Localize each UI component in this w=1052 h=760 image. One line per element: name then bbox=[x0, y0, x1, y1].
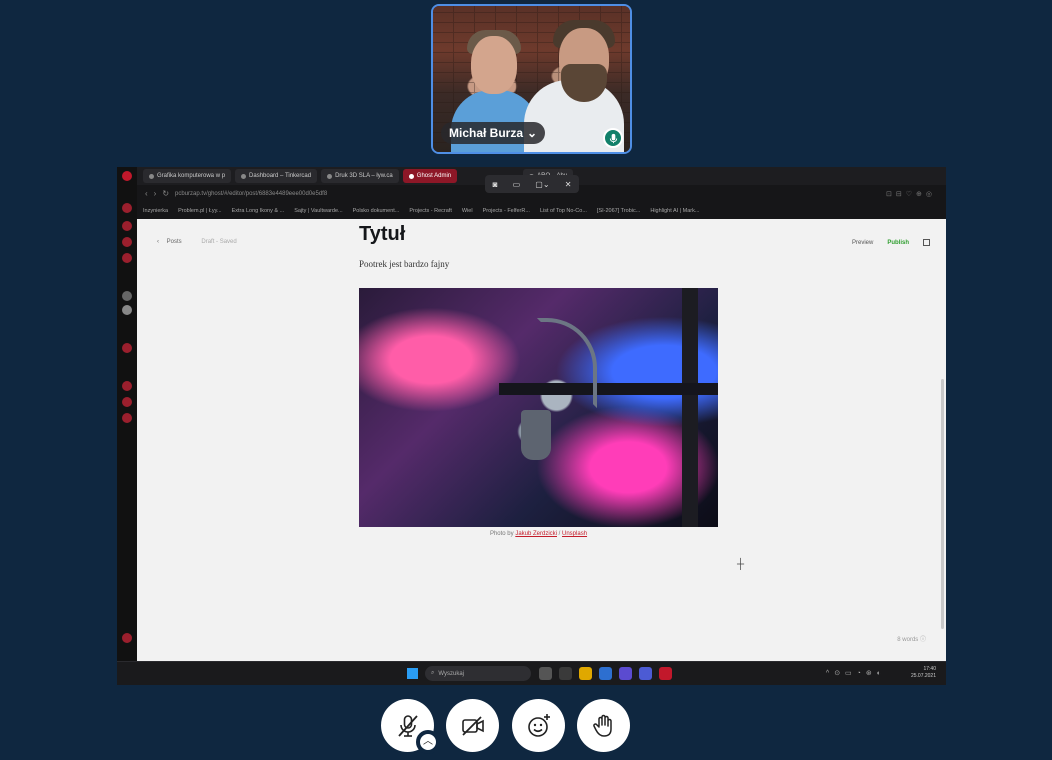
app-icon[interactable] bbox=[639, 667, 652, 680]
bookmark-item[interactable]: List of Top No-Co... bbox=[540, 208, 587, 214]
publish-button[interactable]: Publish bbox=[887, 240, 909, 246]
browser-tab-active[interactable]: Ghost Admin bbox=[402, 169, 458, 183]
reactions-button[interactable] bbox=[512, 699, 565, 752]
bookmark-item[interactable]: Polsko dokument... bbox=[353, 208, 400, 214]
sidebar-app-icon[interactable] bbox=[122, 343, 132, 353]
opera-icon[interactable] bbox=[659, 667, 672, 680]
bookmark-item[interactable]: Extra Long Ikony & ... bbox=[232, 208, 285, 214]
app-icon[interactable] bbox=[619, 667, 632, 680]
camera-toggle-button[interactable] bbox=[446, 699, 499, 752]
opera-logo-icon bbox=[122, 171, 132, 181]
sidebar-app-icon[interactable] bbox=[122, 305, 132, 315]
hand-icon bbox=[592, 714, 612, 737]
participant-name-pill[interactable]: Michał Burza ⌄ bbox=[441, 122, 546, 144]
window-select-icon[interactable]: ▢⌄ bbox=[535, 180, 549, 189]
file-explorer-icon[interactable] bbox=[579, 667, 592, 680]
sidebar-app-icon[interactable] bbox=[122, 397, 132, 407]
sidebar-app-icon[interactable] bbox=[122, 381, 132, 391]
chevron-down-icon: ⌄ bbox=[527, 126, 538, 140]
raise-hand-button[interactable] bbox=[577, 699, 630, 752]
sidebar-app-icon[interactable] bbox=[122, 253, 132, 263]
sidebar-app-icon[interactable] bbox=[122, 237, 132, 247]
sidebar-app-icon[interactable] bbox=[122, 413, 132, 423]
address-bar-tools-icon[interactable]: ⊡⊟♡⊕◎ bbox=[886, 190, 936, 198]
taskbar-search[interactable]: ⌕ Wyszukaj bbox=[425, 666, 531, 681]
sidebar-app-icon[interactable] bbox=[122, 203, 132, 213]
bookmark-item[interactable]: Projects - FelferR... bbox=[483, 208, 530, 214]
mic-options-button[interactable]: ︿ bbox=[416, 730, 440, 754]
image-caption[interactable]: Photo by Jakub Zerdzicki / Unsplash bbox=[359, 531, 718, 537]
sidebar-app-icon[interactable] bbox=[122, 633, 132, 643]
sidebar-app-icon[interactable] bbox=[122, 221, 132, 231]
browser-sidebar bbox=[117, 167, 137, 661]
sidebar-app-icon[interactable] bbox=[122, 291, 132, 301]
windows-taskbar: ⌕ Wyszukaj ^⊙▭◔⊛◐ 17:40 25.07.2021 bbox=[117, 661, 946, 685]
close-icon[interactable]: ✕ bbox=[565, 180, 572, 189]
caption-source-link[interactable]: Unsplash bbox=[562, 531, 587, 537]
browser-tab[interactable]: Dashboard – Tinkercad bbox=[235, 169, 318, 183]
browser-tab[interactable]: Druk 3D SLA – ływ.ca bbox=[321, 169, 399, 183]
taskbar-apps bbox=[539, 667, 672, 680]
bookmark-item[interactable]: [SI-2067] Trobic... bbox=[597, 208, 640, 214]
bookmark-item[interactable]: Highlight AI | Mark... bbox=[650, 208, 699, 214]
settings-panel-icon[interactable] bbox=[923, 239, 930, 246]
bookmark-item[interactable]: Projects - Recraft bbox=[409, 208, 451, 214]
ghost-editor-page: ‹ Posts Draft - Saved Preview Publish Ty… bbox=[137, 219, 946, 661]
emoji-add-icon bbox=[527, 713, 550, 737]
call-controls: ︿ bbox=[0, 699, 1052, 754]
windows-start-icon[interactable] bbox=[407, 668, 418, 679]
reload-icon[interactable]: ↻ bbox=[162, 189, 169, 198]
screen-share-toolbar[interactable]: ◙ ▭ ▢⌄ ✕ bbox=[485, 175, 579, 193]
participant-tile[interactable]: Michał Burza ⌄ bbox=[431, 4, 632, 154]
taskbar-clock[interactable]: 17:40 25.07.2021 bbox=[911, 666, 936, 680]
caption-author-link[interactable]: Jakub Zerdzicki bbox=[515, 531, 557, 537]
bookmark-item[interactable]: Inzynierka bbox=[143, 208, 168, 214]
app-icon[interactable] bbox=[559, 667, 572, 680]
bookmarks-bar: Inzynierka Problem.pl | Łyy... Extra Lon… bbox=[137, 202, 946, 219]
system-tray-icons[interactable]: ^⊙▭◔⊛◐ bbox=[826, 669, 886, 677]
posts-link[interactable]: Posts bbox=[167, 239, 182, 245]
post-title[interactable]: Tytuł bbox=[359, 223, 405, 246]
bookmark-item[interactable]: Sajty | Vaultwarde... bbox=[294, 208, 342, 214]
scrollbar[interactable] bbox=[941, 379, 944, 629]
preview-button[interactable]: Preview bbox=[852, 240, 873, 246]
shared-screen: Grafika komputerowa w p Dashboard – Tink… bbox=[117, 167, 946, 685]
back-icon[interactable]: ‹ bbox=[145, 189, 148, 198]
app-icon[interactable] bbox=[599, 667, 612, 680]
forward-icon[interactable]: › bbox=[154, 189, 157, 198]
task-view-icon[interactable] bbox=[539, 667, 552, 680]
camera-off-icon bbox=[461, 715, 484, 736]
chevron-up-icon: ︿ bbox=[423, 736, 433, 747]
screenshot-icon[interactable]: ◙ bbox=[493, 180, 498, 189]
bookmark-item[interactable]: Wiel bbox=[462, 208, 473, 214]
mouse-cursor-icon: ┼ bbox=[737, 559, 745, 570]
search-icon: ⌕ bbox=[431, 670, 435, 676]
browser-tab[interactable]: Grafika komputerowa w p bbox=[143, 169, 232, 183]
post-feature-image[interactable] bbox=[359, 288, 718, 527]
speaking-mic-icon bbox=[603, 128, 623, 148]
post-status: Draft - Saved bbox=[201, 239, 237, 245]
record-icon[interactable]: ▭ bbox=[513, 180, 521, 189]
word-count: 8 words ⓘ bbox=[897, 637, 926, 643]
participant-name: Michał Burza bbox=[449, 126, 524, 140]
url-field[interactable]: pcburzap.tv/ghost/#/editor/post/6883e448… bbox=[175, 191, 327, 197]
breadcrumb: ‹ Posts Draft - Saved bbox=[157, 239, 237, 245]
post-body[interactable]: Pootrek jest bardzo fajny bbox=[359, 259, 449, 269]
bookmark-item[interactable]: Problem.pl | Łyy... bbox=[178, 208, 222, 214]
help-icon[interactable]: ⓘ bbox=[920, 637, 926, 643]
chevron-left-icon[interactable]: ‹ bbox=[157, 239, 159, 245]
editor-actions: Preview Publish bbox=[852, 239, 930, 246]
